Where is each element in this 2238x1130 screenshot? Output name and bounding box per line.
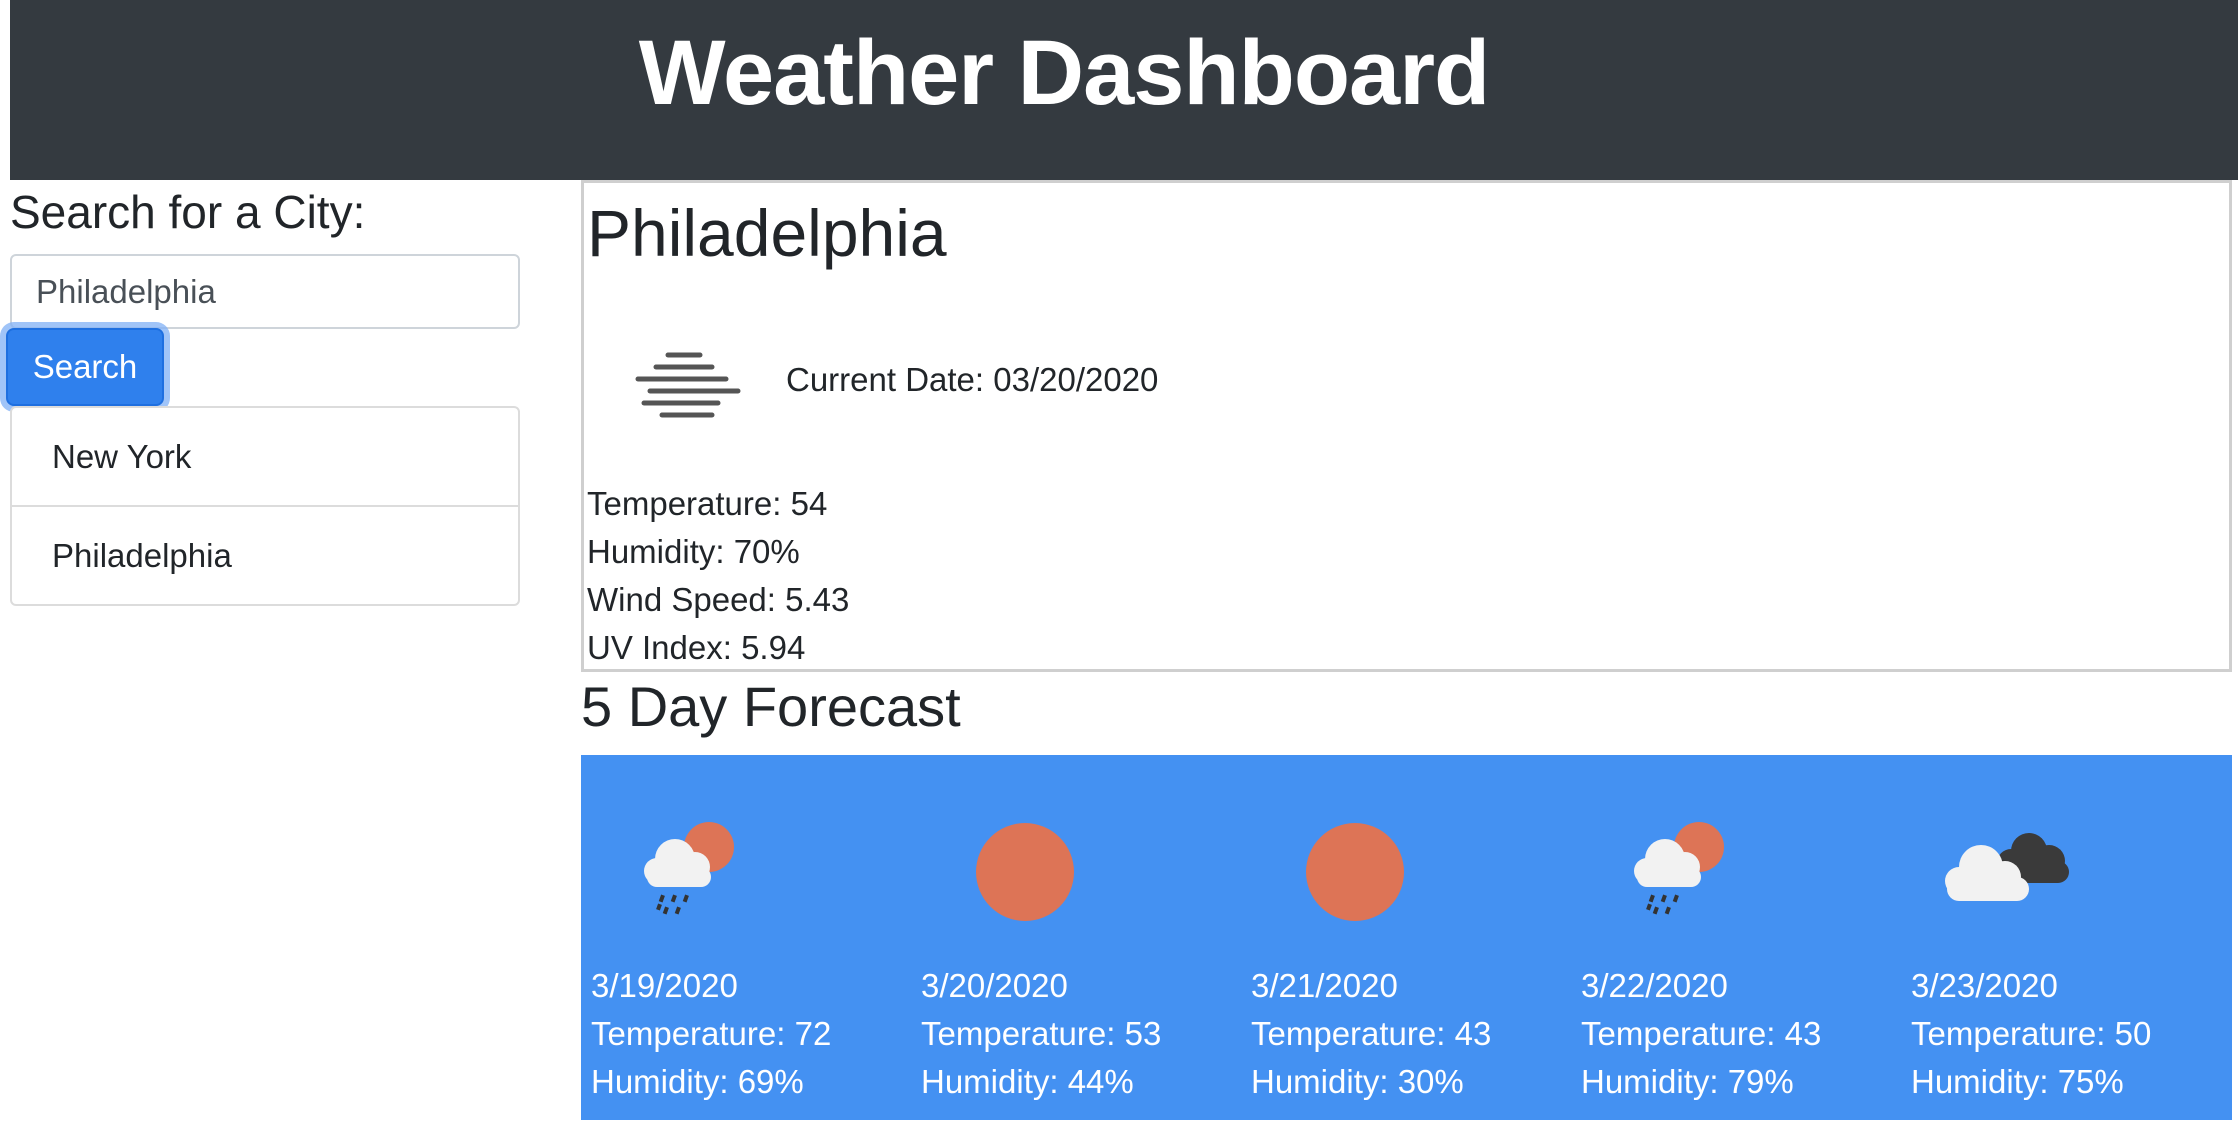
forecast-date: 3/21/2020 — [1251, 967, 1398, 1004]
current-city-name: Philadelphia — [587, 196, 947, 270]
uv-index-value: UV Index: 5.94 — [587, 629, 806, 666]
rain-sun-icon — [1634, 822, 1724, 915]
forecast-humidity: Humidity: 44% — [921, 1063, 1134, 1100]
forecast-humidity: Humidity: 75% — [1911, 1063, 2124, 1100]
current-date: Current Date: 03/20/2020 — [786, 361, 1159, 398]
forecast-humidity: Humidity: 79% — [1581, 1063, 1794, 1100]
app-header: Weather Dashboard — [10, 0, 2238, 180]
wind-speed-value: Wind Speed: 5.43 — [587, 581, 850, 618]
search-sidebar: Search for a City: Search New York Phila… — [6, 180, 520, 606]
forecast-day: 3/22/2020 Temperature: 43 Humidity: 79% — [1571, 755, 1901, 1120]
forecast-heading: 5 Day Forecast — [581, 675, 961, 738]
history-item-new-york[interactable]: New York — [12, 408, 518, 505]
forecast-day: 3/19/2020 Temperature: 72 Humidity: 69% — [581, 755, 911, 1120]
forecast-temperature: Temperature: 53 — [921, 1015, 1162, 1052]
forecast-temperature: Temperature: 50 — [1911, 1015, 2152, 1052]
history-item-philadelphia[interactable]: Philadelphia — [12, 505, 518, 604]
search-button[interactable]: Search — [6, 328, 164, 406]
forecast-date: 3/22/2020 — [1581, 967, 1728, 1004]
page-title: Weather Dashboard — [638, 22, 1490, 124]
sun-icon — [976, 823, 1074, 921]
current-weather-card: Philadelphia Current Date: 03/20/2020 Te… — [581, 180, 2232, 672]
humidity-value: Humidity: 70% — [587, 533, 800, 570]
forecast-temperature: Temperature: 43 — [1251, 1015, 1492, 1052]
mist-icon — [635, 352, 741, 418]
forecast-day: 3/21/2020 Temperature: 43 Humidity: 30% — [1241, 755, 1571, 1120]
forecast-day: 3/20/2020 Temperature: 53 Humidity: 44% — [911, 755, 1241, 1120]
current-metrics: Temperature: 54 Humidity: 70% Wind Speed… — [587, 480, 849, 672]
forecast-day: 3/23/2020 Temperature: 50 Humidity: 75% — [1901, 755, 2231, 1120]
rain-sun-icon — [644, 822, 734, 915]
forecast-temperature: Temperature: 72 — [591, 1015, 832, 1052]
weather-dashboard-page: Weather Dashboard Search for a City: Sea… — [0, 0, 2238, 1130]
temperature-value: Temperature: 54 — [587, 485, 828, 522]
forecast-humidity: Humidity: 30% — [1251, 1063, 1464, 1100]
forecast-date: 3/19/2020 — [591, 967, 738, 1004]
forecast-temperature: Temperature: 43 — [1581, 1015, 1822, 1052]
forecast-date: 3/20/2020 — [921, 967, 1068, 1004]
forecast-panel: 3/19/2020 Temperature: 72 Humidity: 69% … — [581, 755, 2232, 1120]
search-history-list: New York Philadelphia — [10, 406, 520, 606]
clouds-icon — [1945, 833, 2069, 901]
sun-icon — [1306, 823, 1404, 921]
search-heading: Search for a City: — [10, 186, 366, 238]
forecast-date: 3/23/2020 — [1911, 967, 2058, 1004]
city-search-input[interactable] — [10, 254, 520, 329]
forecast-humidity: Humidity: 69% — [591, 1063, 804, 1100]
